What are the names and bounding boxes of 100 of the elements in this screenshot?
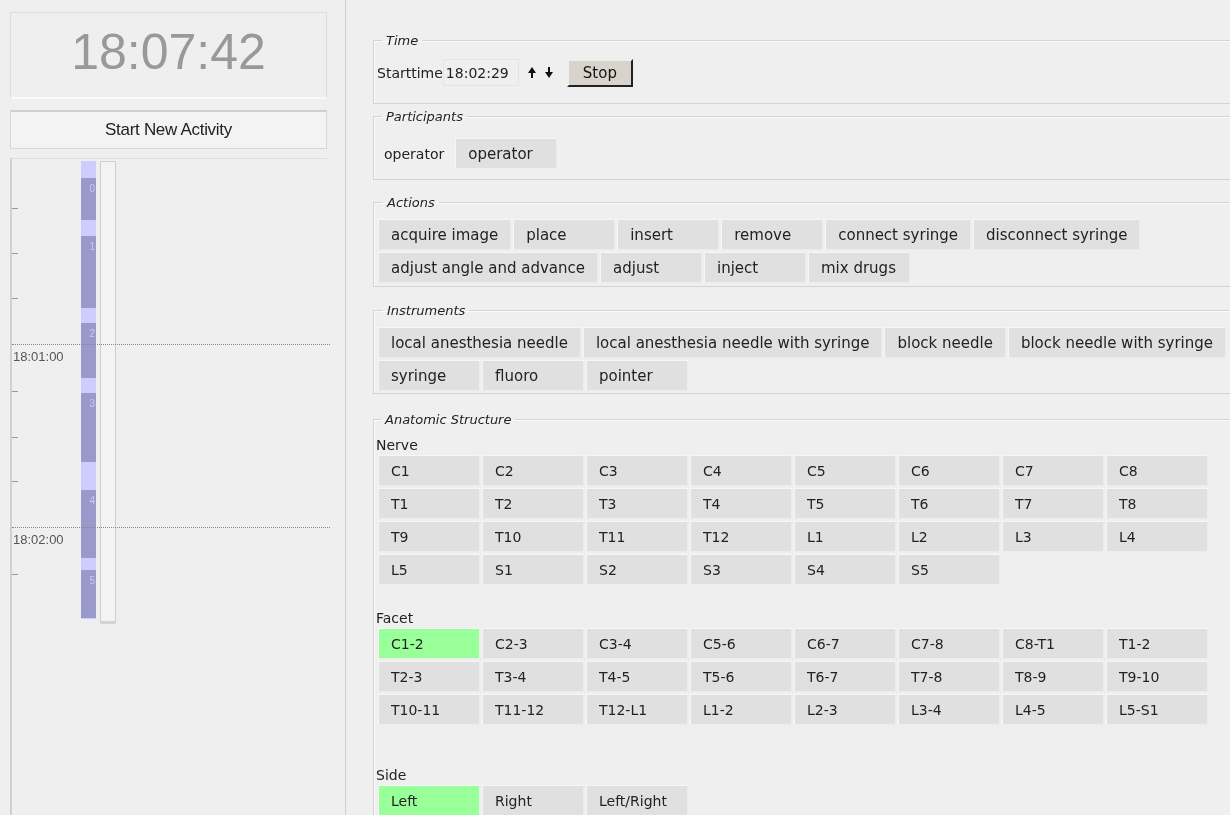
tick-mark	[12, 391, 18, 392]
option-button[interactable]: C8-T1	[1002, 628, 1104, 659]
option-button[interactable]: place	[513, 219, 616, 250]
option-button[interactable]: T11-12	[482, 694, 584, 725]
option-button[interactable]: T10-11	[378, 694, 480, 725]
option-button[interactable]: T9	[378, 521, 480, 552]
option-button[interactable]: C1	[378, 455, 480, 486]
option-button[interactable]: T9-10	[1106, 661, 1208, 692]
tick-mark	[12, 208, 18, 209]
option-button[interactable]: T7-8	[898, 661, 1000, 692]
option-button[interactable]: T8	[1106, 488, 1208, 519]
option-button[interactable]: T6-7	[794, 661, 896, 692]
group-title: Participants	[385, 109, 464, 124]
option-button[interactable]: pointer	[586, 360, 688, 391]
option-button[interactable]: T2	[482, 488, 584, 519]
option-button[interactable]: block needle with syringe	[1007, 327, 1226, 358]
option-button[interactable]: L3	[1002, 521, 1104, 552]
option-button[interactable]: L1	[794, 521, 896, 552]
option-button[interactable]: mix drugs	[808, 252, 910, 283]
option-button[interactable]: L4	[1106, 521, 1208, 552]
clock-display: 18:07:42	[10, 12, 327, 99]
option-button[interactable]: C7-8	[898, 628, 1000, 659]
group-title: Anatomic Structure	[383, 412, 513, 427]
option-button[interactable]: S3	[690, 554, 792, 585]
option-button[interactable]: L5	[378, 554, 480, 585]
option-button[interactable]: T5	[794, 488, 896, 519]
tick-mark	[12, 437, 18, 438]
option-button[interactable]: T4	[690, 488, 792, 519]
option-button[interactable]: C3-4	[586, 628, 688, 659]
option-button[interactable]: fluoro	[482, 360, 584, 391]
option-button[interactable]: C2-3	[482, 628, 584, 659]
option-button[interactable]: T12	[690, 521, 792, 552]
option-button[interactable]: S4	[794, 554, 896, 585]
option-button[interactable]: L1-2	[690, 694, 792, 725]
section-label: Side	[376, 767, 408, 783]
option-button[interactable]: adjust	[600, 252, 702, 283]
option-button[interactable]: L3-4	[898, 694, 1000, 725]
stop-button[interactable]: Stop	[566, 58, 633, 87]
tick-mark	[12, 298, 18, 299]
option-button[interactable]: C5	[794, 455, 896, 486]
option-button[interactable]: local anesthesia needle with syringe	[582, 327, 883, 358]
section-label: Facet	[376, 610, 415, 626]
option-button[interactable]: C4	[690, 455, 792, 486]
option-button[interactable]: T3	[586, 488, 688, 519]
option-button[interactable]: insert	[617, 219, 720, 250]
option-button[interactable]: T1-2	[1106, 628, 1208, 659]
option-button[interactable]: T12-L1	[586, 694, 688, 725]
option-button[interactable]: T6	[898, 488, 1000, 519]
option-button[interactable]: C3	[586, 455, 688, 486]
start-activity-button[interactable]: Start New Activity	[10, 110, 327, 149]
up-arrow-icon[interactable]	[527, 67, 536, 78]
option-button[interactable]: C6	[898, 455, 1000, 486]
starttime-label: Starttime	[377, 64, 443, 81]
option-button[interactable]: C5-6	[690, 628, 792, 659]
option-button[interactable]: T3-4	[482, 661, 584, 692]
option-button[interactable]: inject	[704, 252, 806, 283]
time-label: 18:01:00	[13, 349, 64, 364]
option-button[interactable]: C1-2	[378, 628, 480, 659]
option-button[interactable]: C6-7	[794, 628, 896, 659]
group-title: Actions	[385, 195, 436, 210]
tick-mark	[12, 574, 18, 575]
option-button[interactable]: T7	[1002, 488, 1104, 519]
option-button[interactable]: L2-3	[794, 694, 896, 725]
option-button[interactable]: operator	[455, 138, 558, 169]
option-button[interactable]: T1	[378, 488, 480, 519]
option-button[interactable]: C8	[1106, 455, 1208, 486]
option-button[interactable]: S2	[586, 554, 688, 585]
section-label: Nerve	[376, 437, 419, 453]
option-button[interactable]: Left/Right	[586, 785, 688, 815]
option-button[interactable]: connect syringe	[825, 219, 972, 250]
option-button[interactable]: T8-9	[1002, 661, 1104, 692]
option-button[interactable]: acquire image	[378, 219, 512, 250]
option-button[interactable]: S1	[482, 554, 584, 585]
option-button[interactable]: L4-5	[1002, 694, 1104, 725]
option-button[interactable]: local anesthesia needle	[378, 327, 581, 358]
participant-label: operator	[384, 145, 445, 162]
option-button[interactable]: syringe	[378, 360, 480, 391]
option-button[interactable]: S5	[898, 554, 1000, 585]
option-button[interactable]: Left	[378, 785, 480, 815]
group-title: Time	[385, 33, 420, 48]
option-button[interactable]: disconnect syringe	[973, 219, 1141, 250]
tick-mark	[12, 481, 18, 482]
group-title: Instruments	[386, 303, 467, 318]
option-button[interactable]: Right	[482, 785, 584, 815]
option-button[interactable]: T10	[482, 521, 584, 552]
time-label: 18:02:00	[13, 532, 64, 547]
option-button[interactable]: T4-5	[586, 661, 688, 692]
option-button[interactable]: adjust angle and advance	[378, 252, 598, 283]
down-arrow-icon[interactable]	[544, 67, 553, 78]
option-button[interactable]: T2-3	[378, 661, 480, 692]
option-button[interactable]: C2	[482, 455, 584, 486]
option-button[interactable]: T11	[586, 521, 688, 552]
option-button[interactable]: L2	[898, 521, 1000, 552]
option-button[interactable]: T5-6	[690, 661, 792, 692]
option-button[interactable]: C7	[1002, 455, 1104, 486]
tick-mark	[12, 253, 18, 254]
time-field[interactable]: 18:02:29	[442, 59, 519, 86]
option-button[interactable]: L5-S1	[1106, 694, 1208, 725]
option-button[interactable]: block needle	[884, 327, 1006, 358]
option-button[interactable]: remove	[721, 219, 824, 250]
